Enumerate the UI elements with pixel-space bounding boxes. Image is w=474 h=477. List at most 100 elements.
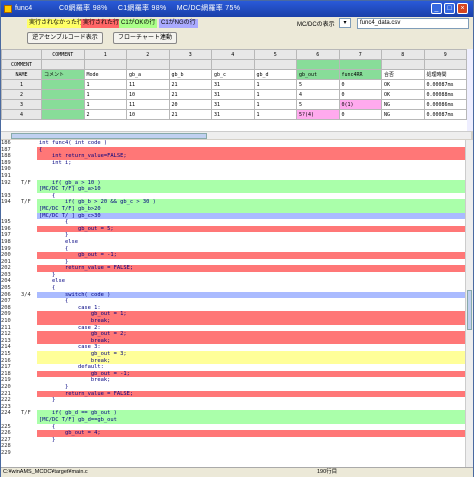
grid-cell[interactable]: gb_a: [126, 69, 170, 80]
grid-cell[interactable]: 31: [211, 79, 255, 90]
code-line[interactable]: 226 gb_out = 4;: [1, 430, 465, 437]
code-line[interactable]: 199 {: [1, 246, 465, 253]
grid-cell[interactable]: 1: [253, 109, 297, 120]
grid-cell[interactable]: 1: [253, 89, 297, 100]
grid-cell[interactable]: gb_d: [253, 69, 297, 80]
code-line[interactable]: 189 int i;: [1, 160, 465, 167]
grid-cell[interactable]: 10: [126, 89, 170, 100]
code-line[interactable]: [MC/DC T/F] gb_a>10: [1, 186, 465, 193]
grid-cell[interactable]: 2: [83, 109, 127, 120]
scrollbar-thumb[interactable]: [467, 290, 472, 330]
grid-cell[interactable]: [296, 59, 340, 70]
table-row[interactable]: 1 1 11 21 31 1 5 0 OK 0.00087ms: [1, 79, 467, 90]
flowchart-link-button[interactable]: フローチャート連動: [113, 32, 177, 44]
code-line[interactable]: 200 gb_out = -1;: [1, 252, 465, 259]
grid-cell[interactable]: 1: [83, 79, 127, 90]
code-line[interactable]: 224 T/F if( gb_d == gb_out ): [1, 410, 465, 417]
code-line[interactable]: 213 break;: [1, 337, 465, 345]
code-line[interactable]: 208 case 1:: [1, 305, 465, 312]
mcdc-view-dropdown[interactable]: ▾: [339, 18, 351, 28]
code-line[interactable]: 190: [1, 166, 465, 173]
grid-horizontal-scrollbar[interactable]: [1, 131, 471, 139]
code-line[interactable]: 210 break;: [1, 318, 465, 325]
code-line[interactable]: 219 break;: [1, 377, 465, 384]
code-line[interactable]: 196 gb_out = 5;: [1, 225, 465, 233]
grid-cell[interactable]: [41, 59, 85, 70]
code-line[interactable]: 186 int func4( int code ): [1, 140, 465, 147]
grid-cell[interactable]: 合否: [381, 69, 425, 80]
grid-cell[interactable]: NG: [381, 99, 425, 110]
code-line[interactable]: 225 {: [1, 424, 465, 431]
code-line[interactable]: 217 default:: [1, 364, 465, 371]
code-line[interactable]: 218 gb_out = -1;: [1, 370, 465, 378]
grid-cell[interactable]: 1: [253, 79, 297, 90]
grid-cell[interactable]: 0.00086ms: [423, 99, 467, 110]
code-line[interactable]: 229: [1, 450, 465, 457]
grid-cell[interactable]: 0.00087ms: [423, 109, 467, 120]
code-line[interactable]: 220 }: [1, 384, 465, 391]
grid-cell[interactable]: 0.00087ms: [423, 79, 467, 90]
grid-cell[interactable]: 0.00088ms: [423, 89, 467, 100]
grid-cell[interactable]: [41, 109, 85, 120]
grid-cell[interactable]: [211, 59, 255, 70]
grid-cell[interactable]: [126, 59, 170, 70]
grid-cell[interactable]: gb_c: [211, 69, 255, 80]
minimize-button[interactable]: _: [431, 3, 442, 14]
data-file-field[interactable]: func4_data.csv: [357, 18, 469, 29]
code-line[interactable]: 222 }: [1, 397, 465, 404]
code-line[interactable]: 216 break;: [1, 357, 465, 365]
grid-vertical-scrollbar[interactable]: [467, 49, 473, 131]
grid-cell[interactable]: 5: [296, 99, 340, 110]
grid-cell[interactable]: Mode: [83, 69, 127, 80]
grid-cell[interactable]: [381, 59, 425, 70]
code-line[interactable]: 204 else: [1, 278, 465, 285]
grid-cell[interactable]: 4: [296, 89, 340, 100]
grid-cell[interactable]: 21: [168, 109, 212, 120]
grid-cell[interactable]: 11: [126, 99, 170, 110]
grid-cell[interactable]: 21: [168, 79, 212, 90]
grid-cell[interactable]: NG: [381, 109, 425, 120]
code-line[interactable]: 227 }: [1, 437, 465, 444]
grid-cell[interactable]: 31: [211, 89, 255, 100]
grid-cell[interactable]: 0: [338, 79, 382, 90]
grid-cell[interactable]: 0: [338, 89, 382, 100]
code-line[interactable]: 194 T/F if( gb_b > 20 && gb_c > 30 ): [1, 199, 465, 206]
code-line[interactable]: 221 return_value = FALSE;: [1, 390, 465, 398]
code-line[interactable]: 192 T/F if( gb_a > 10 ): [1, 179, 465, 187]
code-line[interactable]: 201 }: [1, 259, 465, 266]
code-line[interactable]: [MC/DC T/F] gb_d==gb_out: [1, 416, 465, 424]
grid-cell[interactable]: 5?(4): [296, 109, 340, 120]
code-line[interactable]: 191: [1, 173, 465, 180]
grid-cell[interactable]: 1: [83, 89, 127, 100]
table-row[interactable]: 2 1 10 21 31 1 4 0 OK 0.00088ms: [1, 89, 467, 100]
code-line[interactable]: 203 }: [1, 272, 465, 279]
code-line[interactable]: 209 gb_out = 1;: [1, 311, 465, 319]
grid-cell[interactable]: 0: [338, 109, 382, 120]
grid-cell[interactable]: コメント: [41, 69, 85, 80]
code-line[interactable]: 211 case 2:: [1, 325, 465, 332]
code-line[interactable]: 202 return_value = FALSE;: [1, 265, 465, 272]
code-line[interactable]: 195 {: [1, 219, 465, 226]
grid-cell[interactable]: 10: [126, 109, 170, 120]
grid-cell[interactable]: 31: [211, 109, 255, 120]
grid-cell[interactable]: [423, 59, 467, 70]
grid-cell[interactable]: 1: [253, 99, 297, 110]
close-button[interactable]: ×: [457, 3, 468, 14]
source-code-view[interactable]: 186 int func4( int code ) 187 {188 int retu…: [1, 140, 465, 467]
grid-cell[interactable]: [338, 59, 382, 70]
table-row[interactable]: 4 2 10 21 31 1 5?(4) 0 NG 0.00087ms: [1, 109, 467, 120]
grid-cell[interactable]: 20: [168, 99, 212, 110]
maximize-button[interactable]: □: [444, 3, 455, 14]
grid-cell[interactable]: [168, 59, 212, 70]
grid-cell[interactable]: [253, 59, 297, 70]
disassembly-button[interactable]: 逆アセンブルコード表示: [27, 32, 103, 44]
grid-cell[interactable]: 5: [296, 79, 340, 90]
code-line[interactable]: 193 {: [1, 193, 465, 200]
code-line[interactable]: 198 else: [1, 239, 465, 246]
scrollbar-thumb[interactable]: [11, 133, 207, 139]
code-line[interactable]: 187 {: [1, 146, 465, 154]
code-line[interactable]: 197 }: [1, 232, 465, 239]
code-vertical-scrollbar[interactable]: [465, 140, 473, 467]
grid-cell[interactable]: func4RR: [338, 69, 382, 80]
code-line[interactable]: 223: [1, 404, 465, 411]
